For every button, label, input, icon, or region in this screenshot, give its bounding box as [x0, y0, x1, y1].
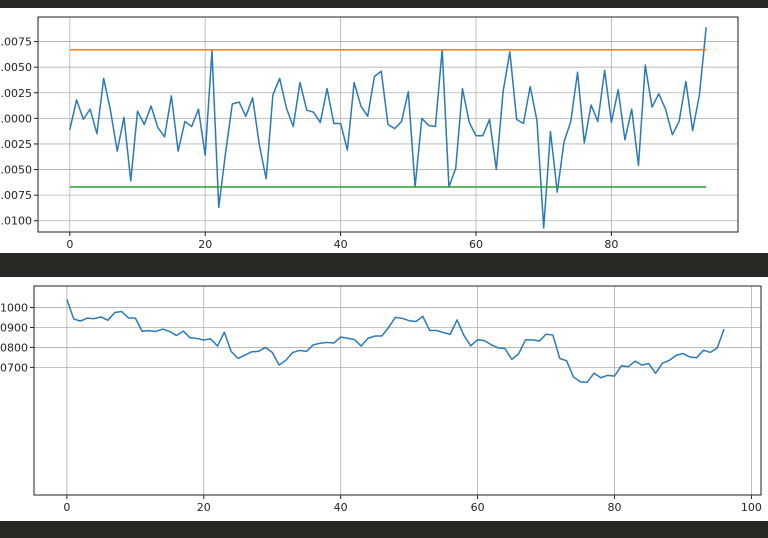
x-tick-label: 40 [334, 238, 348, 251]
y-tick-label: 0900 [0, 321, 28, 334]
x-tick-label: 100 [741, 501, 762, 514]
chart-panel-top: 0 20 40 60 80 .0075 .0050 .0025 .0000 .0025 .0050.… [0, 8, 768, 253]
x-tick-label: 60 [469, 238, 483, 251]
y-tick-label: .0025 [1, 138, 33, 151]
y-tick-label: .0025 [1, 87, 33, 100]
x-tick-label: 80 [604, 238, 618, 251]
y-tick-label: .0075 [1, 189, 33, 202]
y-tick-label: 1000 [0, 302, 28, 315]
y-tick-label: .0075 [1, 36, 33, 49]
y-tick-label: .0100 [1, 215, 33, 228]
chart-panel-bottom: 0 20 40 60 80 100 1000 0900 0800 0700 [0, 277, 768, 521]
series-line-0 [66, 299, 725, 384]
series-line-0 [69, 27, 707, 229]
x-tick-label: 20 [197, 501, 211, 514]
x-tick-label: 40 [334, 501, 348, 514]
y-tick-label: .0000 [1, 112, 33, 125]
x-tick-label: 80 [608, 501, 622, 514]
y-tick-label: .0050 [1, 164, 33, 177]
x-tick-label: 20 [198, 238, 212, 251]
top-line-chart: 0 20 40 60 80 .0075 .0050 .0025 .0000 .0025 .0050.… [1, 16, 739, 251]
x-tick-label: 0 [63, 501, 70, 514]
y-tick-label: .0050 [1, 61, 33, 74]
x-tick-label: 60 [471, 501, 485, 514]
bottom-line-chart: 0 20 40 60 80 100 1000 0900 0800 0700 [0, 285, 762, 514]
x-tick-label: 0 [66, 238, 73, 251]
y-tick-label: 0700 [0, 361, 28, 374]
y-tick-label: 0800 [0, 341, 28, 354]
